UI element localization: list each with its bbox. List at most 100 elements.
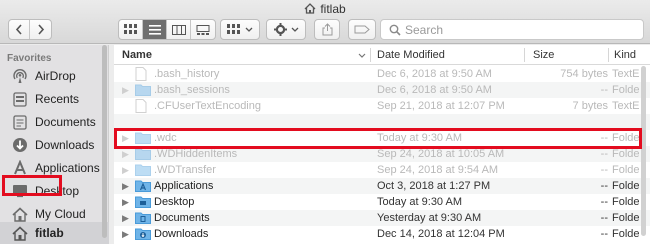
file-icon bbox=[135, 67, 149, 81]
forward-button[interactable] bbox=[30, 20, 51, 39]
column-separator bbox=[608, 48, 609, 62]
file-kind: Folde bbox=[612, 180, 640, 192]
file-name: Desktop bbox=[154, 196, 195, 208]
downloads-icon bbox=[11, 136, 29, 154]
file-size: -- bbox=[600, 148, 608, 160]
file-row[interactable]: ▶ Desktop Today at 9:30 AM -- Folde bbox=[114, 194, 650, 210]
file-size: -- bbox=[600, 84, 608, 96]
view-mode-switcher bbox=[118, 19, 216, 40]
file-size: 7 bytes bbox=[572, 100, 608, 112]
disclosure-triangle-icon[interactable]: ▶ bbox=[122, 85, 129, 96]
column-header-kind[interactable]: Kind bbox=[614, 49, 636, 61]
file-name: .WDHiddenItems bbox=[154, 148, 238, 160]
folder-icon bbox=[135, 83, 151, 97]
file-size: -- bbox=[600, 164, 608, 176]
sidebar-scrollbar[interactable] bbox=[102, 45, 107, 238]
chevron-right-icon bbox=[37, 24, 44, 35]
chevron-down-icon bbox=[291, 27, 298, 32]
tags-button[interactable] bbox=[348, 19, 376, 40]
sidebar-item-airdrop[interactable]: AirDrop bbox=[0, 65, 109, 87]
file-date-modified: Sep 21, 2018 at 12:07 PM bbox=[377, 100, 505, 112]
file-kind: Folde bbox=[612, 84, 640, 96]
file-name: .CFUserTextEncoding bbox=[154, 100, 261, 112]
sidebar-item-label: Applications bbox=[35, 161, 100, 175]
file-row[interactable]: .CFUserTextEncoding Sep 21, 2018 at 12:07… bbox=[114, 98, 650, 114]
file-kind: Folde bbox=[612, 212, 640, 224]
file-kind: Folde bbox=[612, 148, 640, 160]
chevron-left-icon bbox=[15, 24, 22, 35]
icon-view-button[interactable] bbox=[119, 20, 143, 39]
disclosure-triangle-icon[interactable]: ▶ bbox=[122, 181, 129, 192]
grid-icon bbox=[123, 24, 137, 34]
highlight-box-sidebar bbox=[2, 175, 62, 196]
file-row[interactable]: ▶ Documents Yesterday at 9:30 AM -- Folde bbox=[114, 210, 650, 226]
file-row[interactable]: .bash_history Dec 6, 2018 at 9:50 AM 754 b… bbox=[114, 66, 650, 82]
file-date-modified: Dec 14, 2018 at 12:04 PM bbox=[377, 228, 505, 240]
sidebar-item-documents[interactable]: Documents bbox=[0, 111, 109, 133]
file-list-scrollbar[interactable] bbox=[641, 66, 646, 236]
file-kind: TextE bbox=[612, 68, 640, 80]
file-row[interactable]: ▶ .WDTransfer Sep 24, 2018 at 9:54 AM -- Fol… bbox=[114, 162, 650, 178]
disclosure-triangle-icon[interactable]: ▶ bbox=[122, 149, 129, 160]
disclosure-triangle-icon[interactable]: ▶ bbox=[122, 165, 129, 176]
columns-icon bbox=[171, 24, 186, 35]
sidebar-item-label: My Cloud bbox=[35, 207, 86, 221]
file-size: -- bbox=[600, 212, 608, 224]
file-name: .bash_history bbox=[154, 68, 220, 80]
sidebar-item-downloads[interactable]: Downloads bbox=[0, 134, 109, 156]
column-header: Name Date Modified Size Kind bbox=[114, 45, 650, 65]
back-button[interactable] bbox=[9, 20, 31, 39]
list-icon bbox=[148, 24, 161, 35]
home-icon bbox=[11, 205, 29, 223]
gallery-icon bbox=[196, 24, 210, 35]
sidebar-item-fitlab[interactable]: fitlab bbox=[0, 222, 109, 244]
desktop-folder-icon bbox=[135, 195, 151, 209]
search-field[interactable]: Search bbox=[380, 19, 644, 40]
group-by-button[interactable] bbox=[220, 19, 260, 40]
file-date-modified: Sep 24, 2018 at 10:05 AM bbox=[377, 148, 505, 160]
file-row[interactable]: ▶ .bash_sessions Dec 6, 2018 at 9:50 AM -- F… bbox=[114, 82, 650, 98]
action-button[interactable] bbox=[266, 19, 306, 40]
file-name: Documents bbox=[154, 212, 210, 224]
list-view-button[interactable] bbox=[143, 20, 167, 39]
file-row[interactable]: ▶ Downloads Dec 14, 2018 at 12:04 PM -- Fold… bbox=[114, 226, 650, 242]
disclosure-triangle-icon[interactable]: ▶ bbox=[122, 213, 129, 224]
file-date-modified: Dec 6, 2018 at 9:50 AM bbox=[377, 84, 492, 96]
sidebar: Favorites AirDrop Recents Documents Down… bbox=[0, 45, 109, 244]
window-title: fitlab bbox=[0, 2, 650, 17]
sidebar-item-label: Documents bbox=[35, 115, 96, 129]
file-icon bbox=[135, 99, 149, 113]
folder-icon bbox=[135, 147, 151, 161]
documents-icon bbox=[11, 113, 29, 131]
file-kind: Folde bbox=[612, 164, 640, 176]
share-button[interactable] bbox=[314, 19, 340, 40]
file-size: -- bbox=[600, 196, 608, 208]
file-date-modified: Dec 6, 2018 at 9:50 AM bbox=[377, 68, 492, 80]
column-header-name[interactable]: Name bbox=[122, 49, 152, 61]
toolbar: fitlab Search bbox=[0, 0, 650, 44]
group-grid-icon bbox=[227, 24, 240, 34]
disclosure-triangle-icon[interactable]: ▶ bbox=[122, 229, 129, 240]
file-date-modified: Yesterday at 9:30 AM bbox=[377, 212, 482, 224]
applications-folder-icon bbox=[135, 179, 151, 193]
sidebar-item-label: AirDrop bbox=[35, 69, 76, 83]
file-row[interactable]: ▶ Applications Oct 3, 2018 at 1:27 PM -- Fol… bbox=[114, 178, 650, 194]
file-size: 754 bytes bbox=[560, 68, 608, 80]
sidebar-item-label: Downloads bbox=[35, 138, 95, 152]
column-header-date[interactable]: Date Modified bbox=[377, 49, 445, 61]
file-kind: TextE bbox=[612, 100, 640, 112]
home-icon bbox=[11, 224, 29, 242]
column-header-size[interactable]: Size bbox=[533, 49, 554, 61]
file-size: -- bbox=[600, 180, 608, 192]
file-name: Downloads bbox=[154, 228, 209, 240]
sidebar-item-recents[interactable]: Recents bbox=[0, 88, 109, 110]
file-date-modified: Today at 9:30 AM bbox=[377, 196, 462, 208]
home-icon bbox=[304, 3, 316, 17]
file-name: .WDTransfer bbox=[154, 164, 216, 176]
search-placeholder: Search bbox=[405, 22, 444, 37]
file-date-modified: Sep 24, 2018 at 9:54 AM bbox=[377, 164, 499, 176]
column-view-button[interactable] bbox=[167, 20, 191, 39]
sidebar-item-label: Recents bbox=[35, 92, 80, 106]
disclosure-triangle-icon[interactable]: ▶ bbox=[122, 197, 129, 208]
gallery-view-button[interactable] bbox=[191, 20, 215, 39]
